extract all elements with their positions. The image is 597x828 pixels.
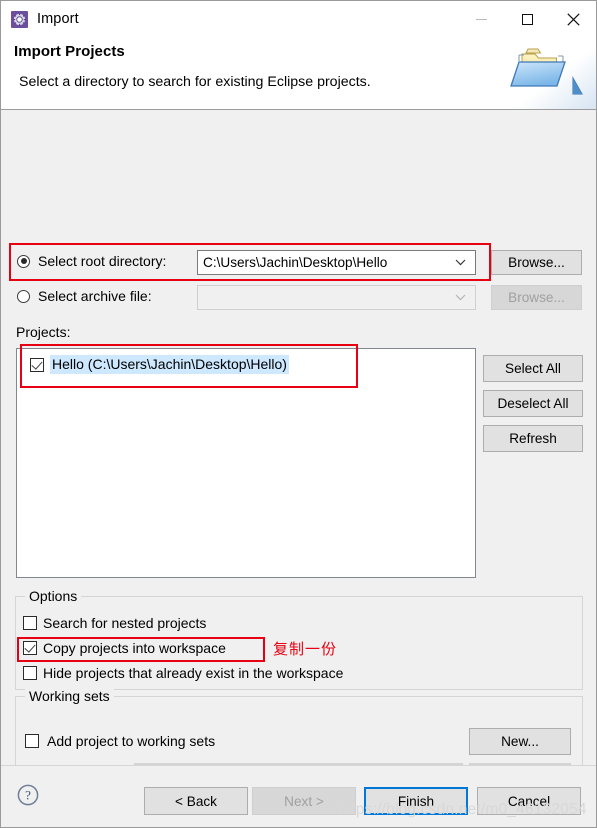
- deselect-all-button[interactable]: Deselect All: [483, 390, 583, 417]
- add-working-sets-checkbox[interactable]: [25, 734, 39, 748]
- copy-projects-checkbox[interactable]: [23, 641, 37, 655]
- open-folder-glyph: [504, 37, 596, 109]
- root-directory-value: C:\Users\Jachin\Desktop\Hello: [203, 255, 388, 270]
- maximize-icon: [521, 13, 533, 25]
- close-icon: [566, 12, 580, 26]
- back-button[interactable]: < Back: [144, 787, 248, 815]
- projects-listbox[interactable]: Hello (C:\Users\Jachin\Desktop\Hello): [16, 348, 476, 578]
- window-title: Import: [37, 11, 79, 27]
- deselect-all-label: Deselect All: [497, 396, 569, 411]
- select-all-button[interactable]: Select All: [483, 355, 583, 382]
- new-working-set-label: New...: [501, 734, 539, 749]
- options-group-title: Options: [25, 588, 82, 604]
- new-working-set-button[interactable]: New...: [469, 728, 571, 755]
- root-directory-row: Select root directory:: [17, 253, 166, 269]
- add-working-sets-label: Add project to working sets: [47, 733, 216, 749]
- option-search-nested[interactable]: Search for nested projects: [23, 615, 206, 631]
- radio-select-root-directory[interactable]: [17, 254, 30, 268]
- chevron-down-icon-disabled: [455, 294, 466, 301]
- radio-select-archive-file[interactable]: [17, 289, 30, 303]
- gear-glyph: [13, 12, 26, 26]
- copy-projects-label: Copy projects into workspace: [43, 640, 226, 656]
- search-nested-label: Search for nested projects: [43, 615, 207, 631]
- hide-existing-checkbox[interactable]: [23, 666, 37, 680]
- close-button[interactable]: [550, 1, 596, 37]
- title-bar: Import: [1, 1, 596, 37]
- list-item[interactable]: Hello (C:\Users\Jachin\Desktop\Hello): [17, 349, 475, 374]
- annotation-copy-note: 复制一份: [273, 640, 338, 658]
- chevron-down-icon: [455, 259, 466, 266]
- open-folder-icon: [504, 37, 596, 109]
- window-controls: [458, 1, 596, 37]
- working-sets-group-title: Working sets: [25, 688, 114, 704]
- help-icon: ?: [17, 784, 39, 806]
- browse-archive-button: Browse...: [491, 285, 582, 310]
- archive-file-combo: [197, 285, 476, 310]
- project-label: Hello (C:\Users\Jachin\Desktop\Hello): [50, 355, 289, 374]
- browse-directory-label: Browse...: [508, 255, 565, 270]
- root-directory-label: Select root directory:: [38, 253, 167, 269]
- dialog-body: Select root directory: C:\Users\Jachin\D…: [1, 110, 596, 792]
- hide-existing-label: Hide projects that already exist in the …: [43, 665, 344, 681]
- import-dialog: Import Import Projects Select a director…: [0, 0, 597, 828]
- add-to-working-sets-row[interactable]: Add project to working sets: [25, 733, 215, 749]
- eclipse-import-icon: [11, 10, 28, 28]
- select-all-label: Select All: [505, 361, 561, 376]
- dialog-header: Import Projects Select a directory to se…: [1, 37, 596, 110]
- browse-archive-label: Browse...: [508, 290, 565, 305]
- svg-text:?: ?: [25, 788, 31, 803]
- project-checkbox[interactable]: [30, 357, 44, 372]
- root-directory-combo[interactable]: C:\Users\Jachin\Desktop\Hello: [197, 250, 476, 275]
- next-label: Next >: [284, 793, 324, 809]
- watermark: https://blog.csdn.net/m0_46132054: [338, 801, 587, 818]
- back-label: < Back: [175, 793, 217, 809]
- minimize-button[interactable]: [458, 1, 504, 37]
- minimize-icon: [475, 18, 487, 20]
- option-copy-projects[interactable]: Copy projects into workspace: [23, 640, 226, 656]
- help-button[interactable]: ?: [17, 784, 39, 809]
- refresh-label: Refresh: [509, 431, 557, 446]
- archive-file-row: Select archive file:: [17, 288, 152, 304]
- option-hide-existing[interactable]: Hide projects that already exist in the …: [23, 665, 343, 681]
- maximize-button[interactable]: [504, 1, 550, 37]
- search-nested-checkbox[interactable]: [23, 616, 37, 630]
- browse-directory-button[interactable]: Browse...: [491, 250, 582, 275]
- archive-file-label: Select archive file:: [38, 288, 152, 304]
- refresh-button[interactable]: Refresh: [483, 425, 583, 452]
- projects-label: Projects:: [16, 324, 71, 340]
